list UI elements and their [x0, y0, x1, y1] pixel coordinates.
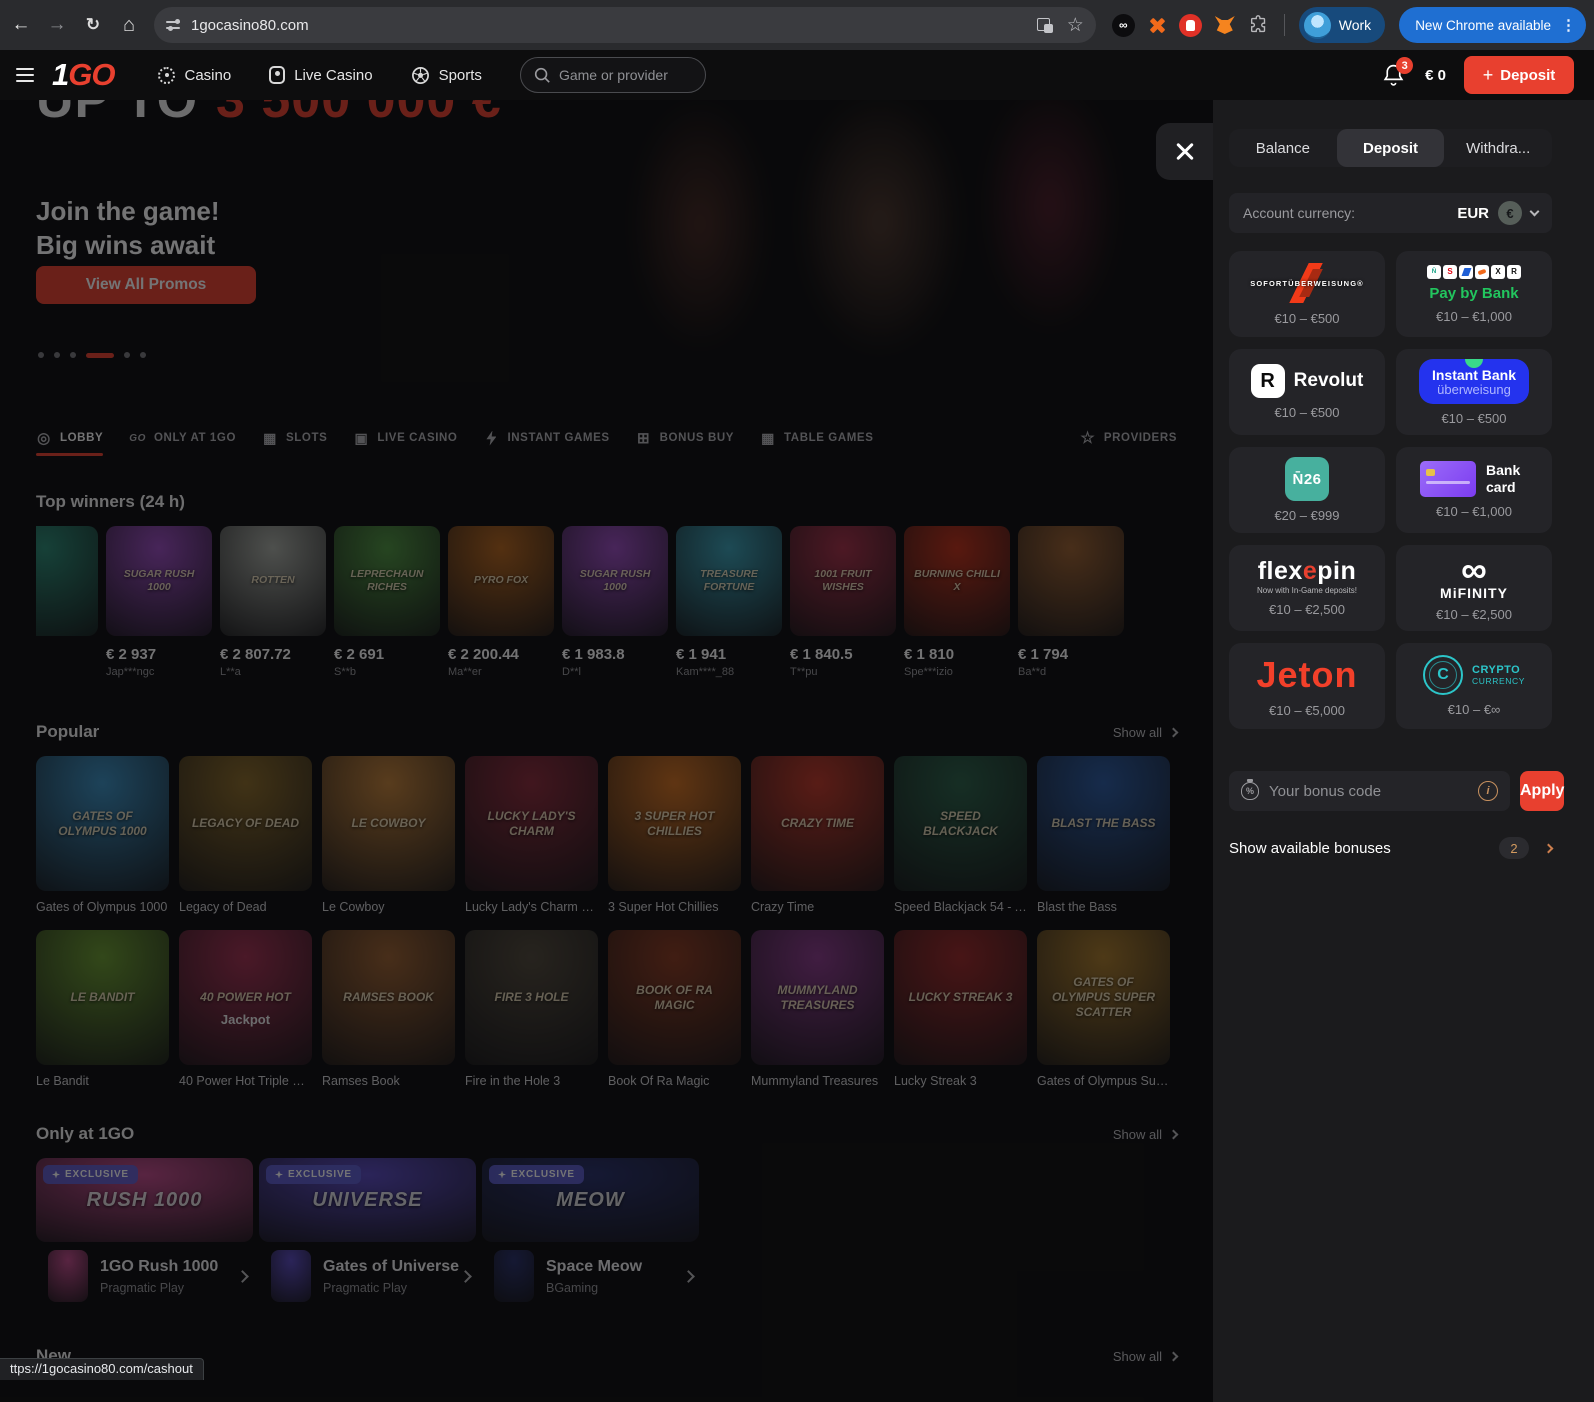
- info-icon[interactable]: i: [1478, 781, 1498, 801]
- site-logo[interactable]: 1GO: [52, 57, 114, 93]
- bonus-code-input[interactable]: % i: [1229, 771, 1510, 811]
- main-content: UP TO3 500 000 € Join the game! Big wins…: [0, 100, 1213, 1402]
- euro-icon: €: [1498, 201, 1522, 225]
- translate-icon[interactable]: [1037, 18, 1053, 33]
- site-settings-icon[interactable]: [166, 19, 180, 32]
- nav-item-casino[interactable]: Casino: [158, 67, 231, 84]
- hamburger-menu-icon[interactable]: [16, 68, 38, 82]
- sports-ball-icon: [411, 66, 430, 85]
- profile-button[interactable]: Work: [1299, 7, 1385, 43]
- notifications-button[interactable]: 3: [1381, 62, 1407, 88]
- wallet-tabs: Balance Deposit Withdra...: [1229, 129, 1552, 167]
- plus-icon: +: [1483, 65, 1494, 86]
- instant-bank-logo: Instant Bank überweisung: [1419, 359, 1529, 404]
- apply-button[interactable]: Apply: [1520, 771, 1564, 811]
- casino-chip-icon: [158, 67, 175, 84]
- show-available-bonuses[interactable]: Show available bonuses 2: [1229, 837, 1552, 859]
- tab-deposit[interactable]: Deposit: [1337, 129, 1445, 167]
- browser-home-icon[interactable]: [114, 10, 144, 40]
- tab-balance[interactable]: Balance: [1229, 129, 1337, 167]
- bank-card-icon: [1420, 461, 1476, 497]
- adblock-hand-icon[interactable]: [1179, 14, 1202, 37]
- main-nav: Casino Live Casino Sports: [158, 66, 481, 85]
- payment-method-n26[interactable]: N̄26 €20 – €999: [1229, 447, 1385, 533]
- bank-logos-icons: N̄ S X R: [1427, 265, 1521, 279]
- browser-back-icon[interactable]: [6, 10, 36, 40]
- live-casino-icon: [269, 66, 285, 84]
- bookmark-star-icon[interactable]: [1067, 14, 1084, 37]
- infinity-icon: ∞: [1461, 554, 1487, 586]
- search-input[interactable]: [559, 67, 679, 83]
- profile-avatar: [1304, 12, 1331, 39]
- bonus-bag-icon: %: [1241, 782, 1259, 800]
- extension-loop-icon[interactable]: ∞: [1112, 14, 1135, 37]
- payment-method-jeton[interactable]: Jeton €10 – €5,000: [1229, 643, 1385, 729]
- chevron-right-icon: [1544, 843, 1554, 853]
- deposit-button[interactable]: + Deposit: [1464, 56, 1574, 94]
- payment-method-pay-by-bank[interactable]: N̄ S X R Pay by Bank €10 – €1,000: [1396, 251, 1552, 337]
- payment-method-crypto[interactable]: C CRYPTOCURRENCY €10 – €∞: [1396, 643, 1552, 729]
- bonus-count-badge: 2: [1499, 837, 1529, 859]
- dim-overlay: [0, 100, 1213, 1402]
- header-right: 3 € 0 + Deposit: [1381, 56, 1574, 94]
- tab-withdraw[interactable]: Withdra...: [1444, 129, 1552, 167]
- chrome-update-button[interactable]: New Chrome available: [1399, 7, 1586, 43]
- nav-item-live-casino[interactable]: Live Casino: [269, 66, 372, 84]
- search-icon: [533, 66, 551, 84]
- browser-toolbar: 1gocasino80.com ∞ Work New Chrome availa…: [0, 0, 1594, 50]
- wallet-panel: Balance Deposit Withdra... Account curre…: [1213, 100, 1594, 1402]
- site-header: 1GO Casino Live Casino Sports 3 € 0 + De…: [0, 50, 1594, 100]
- payment-method-instant-bank[interactable]: Instant Bank überweisung €10 – €500: [1396, 349, 1552, 435]
- notification-count-badge: 3: [1396, 57, 1413, 74]
- account-currency-selector[interactable]: Account currency: EUR €: [1229, 193, 1552, 233]
- extensions-puzzle-icon[interactable]: [1248, 14, 1270, 36]
- bank-logo-icon: [1475, 265, 1489, 279]
- n26-logo-icon: N̄26: [1285, 457, 1329, 501]
- chrome-update-label: New Chrome available: [1415, 18, 1551, 33]
- bonus-code-field[interactable]: [1269, 783, 1468, 800]
- status-bar-link: ttps://1gocasino80.com/cashout: [0, 1358, 204, 1380]
- metamask-fox-icon[interactable]: [1215, 16, 1235, 34]
- close-icon: [1175, 142, 1195, 162]
- payment-method-sofort[interactable]: SOFORTÜBERWEISUNG® €10 – €500: [1229, 251, 1385, 337]
- nav-item-sports[interactable]: Sports: [411, 66, 482, 85]
- payment-method-bank-card[interactable]: Bank card €10 – €1,000: [1396, 447, 1552, 533]
- browser-menu-icon[interactable]: [1561, 16, 1576, 35]
- chevron-down-icon: [1530, 207, 1540, 217]
- profile-label: Work: [1339, 17, 1371, 33]
- extension-orange-icon[interactable]: [1148, 16, 1166, 34]
- game-search[interactable]: [520, 57, 706, 93]
- payment-methods-grid: SOFORTÜBERWEISUNG® €10 – €500 N̄ S X R P…: [1229, 251, 1552, 729]
- crypto-logo-icon: C: [1423, 655, 1463, 695]
- revolut-logo-icon: R: [1251, 364, 1285, 398]
- balance-amount[interactable]: € 0: [1425, 67, 1446, 84]
- payment-method-mifinity[interactable]: ∞ MiFINITY €10 – €2,500: [1396, 545, 1552, 631]
- currency-code: EUR: [1457, 205, 1489, 222]
- url-text[interactable]: 1gocasino80.com: [191, 17, 1037, 34]
- payment-method-revolut[interactable]: R Revolut €10 – €500: [1229, 349, 1385, 435]
- bank-logo-icon: [1459, 265, 1473, 279]
- bonus-code-row: % i Apply: [1229, 771, 1552, 811]
- toolbar-divider: [1284, 14, 1285, 36]
- extensions-row: ∞: [1112, 14, 1270, 37]
- browser-reload-icon[interactable]: [78, 10, 108, 40]
- browser-forward-icon[interactable]: [42, 10, 72, 40]
- payment-method-flexepin[interactable]: flexepin Now with In-Game deposits! €10 …: [1229, 545, 1385, 631]
- address-bar[interactable]: 1gocasino80.com: [154, 7, 1096, 43]
- close-panel-button[interactable]: [1156, 123, 1213, 180]
